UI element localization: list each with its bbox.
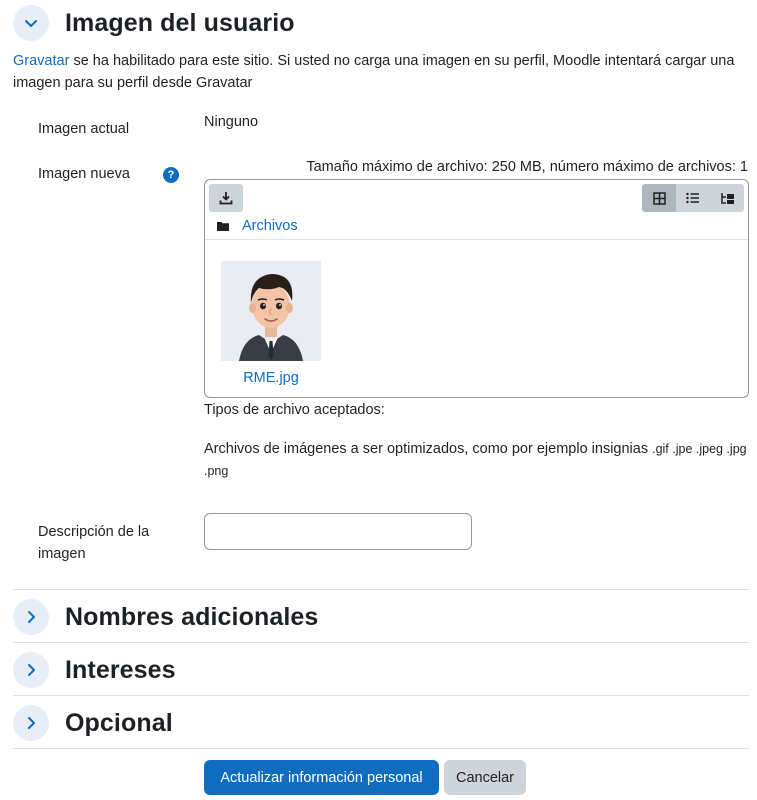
chevron-right-icon bbox=[28, 611, 35, 623]
expand-toggle-button[interactable] bbox=[13, 652, 49, 688]
list-view-button[interactable] bbox=[676, 184, 710, 212]
tree-view-button[interactable] bbox=[710, 184, 744, 212]
view-mode-group bbox=[642, 184, 744, 212]
section-header-optional[interactable]: Opcional bbox=[13, 705, 173, 741]
section-header-interests[interactable]: Intereses bbox=[13, 652, 176, 688]
download-button[interactable] bbox=[209, 184, 243, 212]
current-picture-label: Imagen actual bbox=[38, 121, 130, 137]
grid-view-icon bbox=[652, 191, 666, 205]
new-picture-label: Imagen nueva bbox=[38, 166, 130, 182]
section-divider bbox=[13, 642, 749, 643]
file-name-link[interactable]: RME.jpg bbox=[221, 370, 321, 386]
chevron-right-icon bbox=[28, 717, 35, 729]
collapse-toggle-button[interactable] bbox=[13, 5, 49, 41]
accepted-types-text: Archivos de imágenes a ser optimizados, … bbox=[204, 441, 653, 457]
section-header-user-picture[interactable]: Imagen del usuario bbox=[13, 5, 295, 41]
section-divider bbox=[13, 589, 749, 590]
max-file-size-text: Tamaño máximo de archivo: 250 MB, número… bbox=[306, 159, 748, 175]
gravatar-intro: Gravatar se ha habilitado para este siti… bbox=[13, 50, 738, 94]
section-header-additional-names[interactable]: Nombres adicionales bbox=[13, 599, 318, 635]
intro-text: se ha habilitado para este sitio. Si ust… bbox=[13, 53, 735, 91]
tree-view-icon bbox=[720, 192, 734, 204]
expand-toggle-button[interactable] bbox=[13, 599, 49, 635]
grid-view-button[interactable] bbox=[642, 184, 676, 212]
image-description-input[interactable] bbox=[204, 513, 472, 550]
update-profile-button[interactable]: Actualizar información personal bbox=[204, 760, 439, 795]
section-title: Imagen del usuario bbox=[65, 8, 295, 37]
chevron-down-icon bbox=[25, 20, 37, 27]
file-picker-toolbar: Archivos bbox=[205, 180, 748, 240]
accepted-types-label: Tipos de archivo aceptados: bbox=[204, 402, 385, 418]
section-title: Intereses bbox=[65, 655, 176, 684]
expand-toggle-button[interactable] bbox=[13, 705, 49, 741]
help-icon[interactable]: ? bbox=[163, 167, 179, 183]
avatar-image bbox=[221, 261, 321, 361]
section-title: Opcional bbox=[65, 708, 173, 737]
breadcrumb-files-link[interactable]: Archivos bbox=[242, 218, 298, 234]
folder-icon bbox=[217, 222, 229, 231]
list-view-icon bbox=[686, 192, 699, 204]
image-description-label: Descripción de la imagen bbox=[38, 524, 150, 562]
cancel-button[interactable]: Cancelar bbox=[444, 760, 526, 795]
accepted-types-description: Archivos de imágenes a ser optimizados, … bbox=[204, 438, 749, 482]
breadcrumb: Archivos bbox=[217, 218, 298, 234]
file-picker[interactable]: Archivos RME.jpg bbox=[204, 179, 749, 398]
chevron-right-icon bbox=[28, 664, 35, 676]
section-divider bbox=[13, 695, 749, 696]
file-thumbnail[interactable] bbox=[221, 261, 321, 361]
download-icon bbox=[219, 192, 233, 205]
section-title: Nombres adicionales bbox=[65, 602, 319, 631]
section-divider bbox=[13, 748, 749, 749]
current-picture-value: Ninguno bbox=[204, 114, 259, 130]
gravatar-link[interactable]: Gravatar bbox=[13, 53, 69, 69]
